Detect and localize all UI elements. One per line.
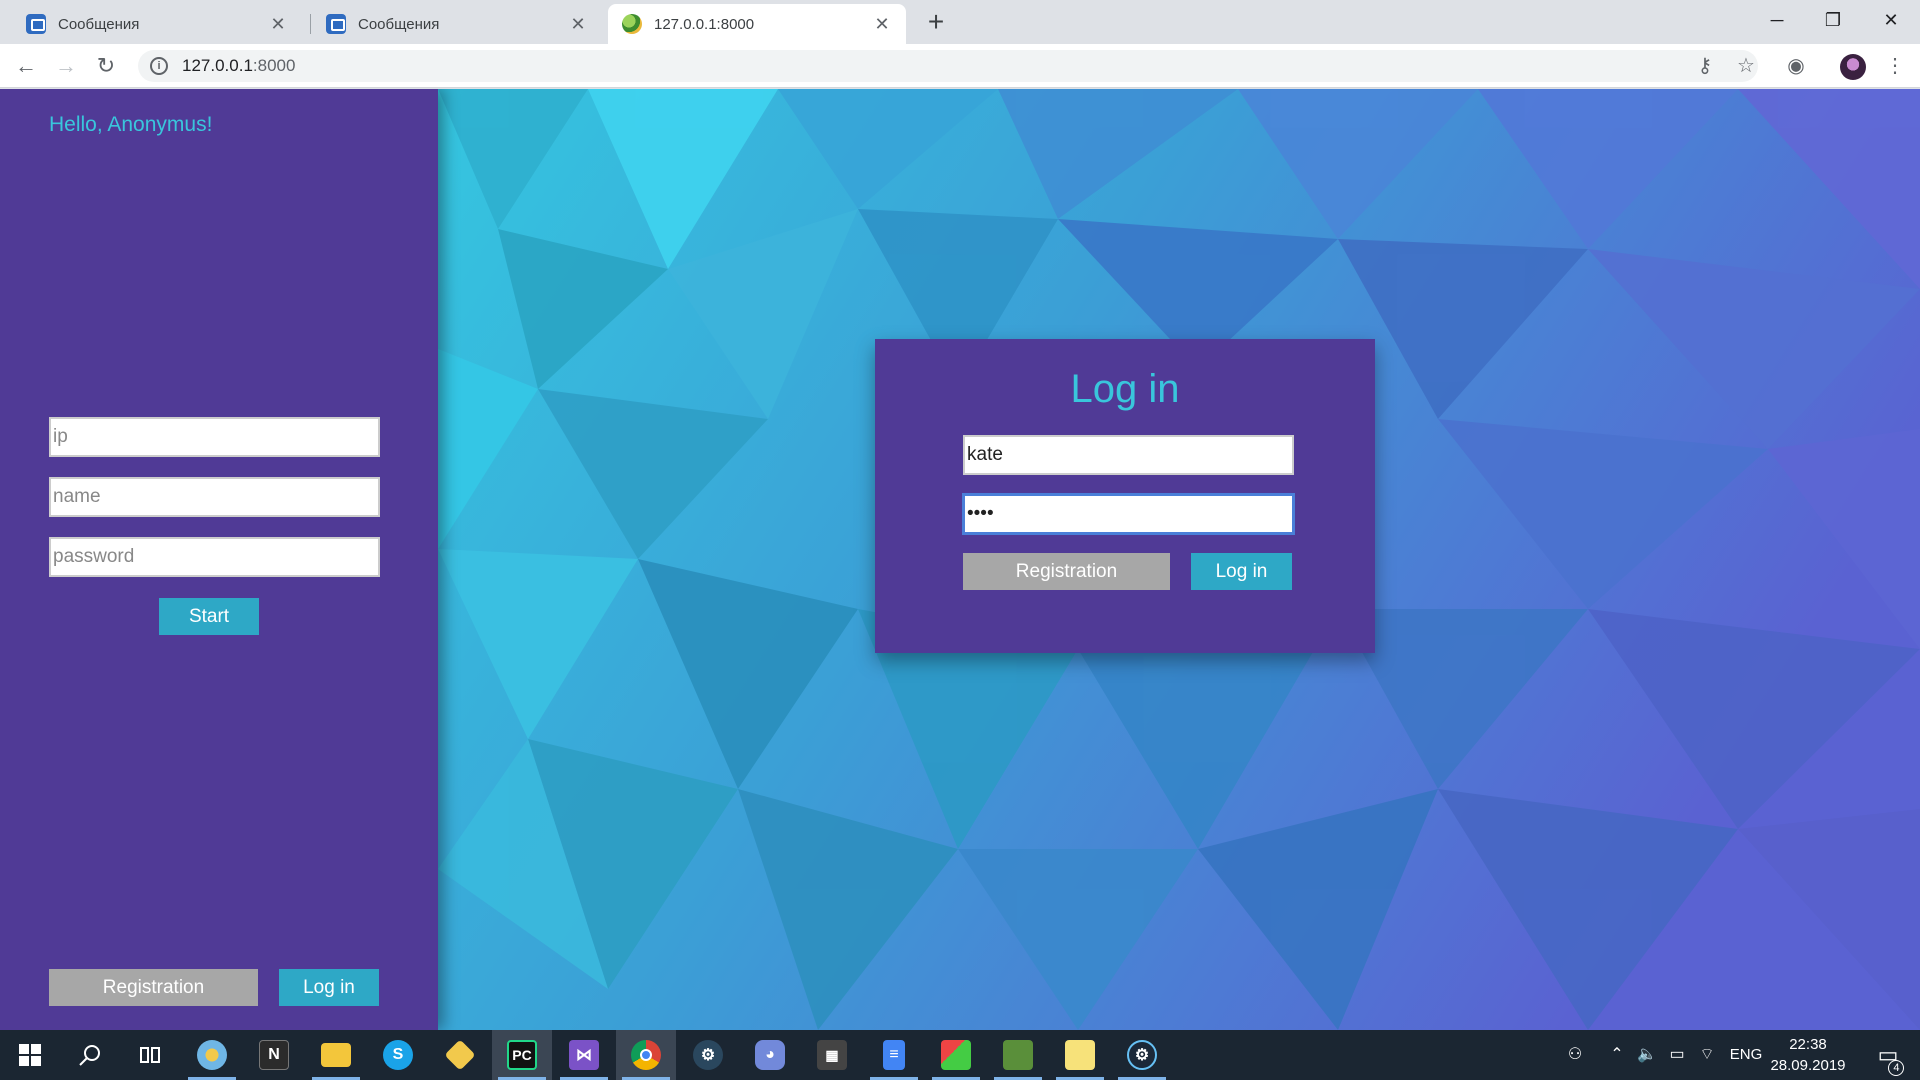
vk-messages-icon (326, 14, 346, 34)
notepad-icon[interactable] (1050, 1030, 1110, 1080)
windows-start-icon[interactable] (0, 1030, 60, 1080)
clock-time: 22:38 (1789, 1036, 1827, 1053)
info-icon[interactable]: i (150, 57, 168, 75)
key-icon[interactable]: ⚷ (1690, 50, 1720, 82)
login-submit-button[interactable]: Log in (1191, 553, 1292, 590)
image-app-icon[interactable] (926, 1030, 986, 1080)
start-button[interactable]: Start (159, 598, 259, 635)
ip-input[interactable] (49, 417, 380, 457)
visual-studio-icon[interactable]: ⋈ (554, 1030, 614, 1080)
back-icon[interactable]: ← (10, 50, 42, 82)
steam-icon[interactable]: ⚙ (678, 1030, 738, 1080)
task-view-icon[interactable] (120, 1030, 180, 1080)
clock-date: 28.09.2019 (1770, 1057, 1846, 1074)
paint-icon[interactable] (182, 1030, 242, 1080)
steam-icon[interactable]: ⚙ (1112, 1030, 1172, 1080)
extension-icon[interactable]: ◉ (1781, 50, 1811, 82)
greeting-text: Hello, Anonymus! (49, 113, 213, 136)
login-title: Log in (1070, 367, 1180, 411)
new-tab-button[interactable]: + (918, 4, 954, 40)
sidebar: Hello, Anonymus! Start Registration Log … (0, 89, 438, 1030)
calculator-icon[interactable]: ▦ (802, 1030, 862, 1080)
forward-icon[interactable]: → (50, 50, 82, 82)
notification-count-badge: 4 (1888, 1060, 1905, 1076)
game-icon[interactable] (988, 1030, 1048, 1080)
pycharm-icon[interactable]: PC (492, 1030, 552, 1080)
vk-messages-icon (26, 14, 46, 34)
skype-icon[interactable]: S (368, 1030, 428, 1080)
registration-button[interactable]: Registration (963, 553, 1170, 590)
close-icon[interactable]: ✕ (568, 14, 588, 35)
name-input[interactable] (49, 477, 380, 517)
tab-title: 127.0.0.1:8000 (654, 15, 755, 33)
minimize-button[interactable]: ─ (1752, 0, 1802, 40)
docs-icon[interactable]: ≡ (864, 1030, 924, 1080)
tab-title: Сообщения (58, 15, 140, 33)
menu-icon[interactable]: ⋮ (1880, 50, 1910, 82)
taskbar: N S PC ⋈ ⚙ ◕ ▦ ≡ ⚙ ⚇ ⌃ 🔈 ▭ ⌔ ENG 22:38 2… (0, 1030, 1920, 1080)
clock[interactable]: 22:38 28.09.2019 (1760, 1034, 1856, 1076)
page-viewport: Hello, Anonymus! Start Registration Log … (0, 89, 1920, 1030)
tab-strip: Сообщения ✕ Сообщения ✕ 127.0.0.1:8000 ✕… (0, 0, 1920, 44)
password-input[interactable] (49, 537, 380, 577)
login-card: Log in Registration Log in (875, 339, 1375, 653)
star-icon[interactable]: ☆ (1731, 50, 1761, 82)
close-icon[interactable]: ✕ (268, 14, 288, 35)
avatar[interactable] (1840, 54, 1866, 80)
browser-toolbar: ← → ↻ i 127.0.0.1:8000 ⚷ ☆ ◉ ⋮ (0, 44, 1920, 88)
close-icon[interactable]: ✕ (872, 14, 892, 35)
restore-button[interactable]: ❐ (1808, 0, 1858, 40)
notification-center-icon[interactable]: ▭ 4 (1864, 1030, 1912, 1080)
file-explorer-icon[interactable] (306, 1030, 366, 1080)
password-field[interactable] (963, 494, 1294, 534)
url-text: 127.0.0.1:8000 (182, 56, 296, 75)
discord-icon[interactable]: ◕ (740, 1030, 800, 1080)
notion-icon[interactable]: N (244, 1030, 304, 1080)
registration-button[interactable]: Registration (49, 969, 258, 1006)
tab-messages-2[interactable]: Сообщения ✕ (312, 4, 602, 44)
chevron-up-icon[interactable]: ⌃ (1604, 1030, 1630, 1080)
tab-title: Сообщения (358, 15, 440, 33)
people-icon[interactable]: ⚇ (1560, 1030, 1590, 1080)
battery-icon[interactable]: ▭ (1664, 1030, 1690, 1080)
search-icon[interactable] (60, 1030, 120, 1080)
wifi-icon[interactable]: ⌔ (1694, 1030, 1720, 1080)
site-globe-icon (622, 14, 642, 34)
volume-icon[interactable]: 🔈 (1634, 1030, 1660, 1080)
close-window-button[interactable]: ✕ (1866, 0, 1916, 40)
tab-messages-1[interactable]: Сообщения ✕ (12, 4, 302, 44)
address-bar[interactable]: i 127.0.0.1:8000 (138, 50, 1758, 82)
chrome-icon[interactable] (616, 1030, 676, 1080)
git-icon[interactable] (430, 1030, 490, 1080)
username-field[interactable] (963, 435, 1294, 475)
tab-localhost[interactable]: 127.0.0.1:8000 ✕ (608, 4, 906, 44)
reload-icon[interactable]: ↻ (90, 50, 122, 82)
login-button[interactable]: Log in (279, 969, 379, 1006)
tab-separator (310, 14, 311, 34)
